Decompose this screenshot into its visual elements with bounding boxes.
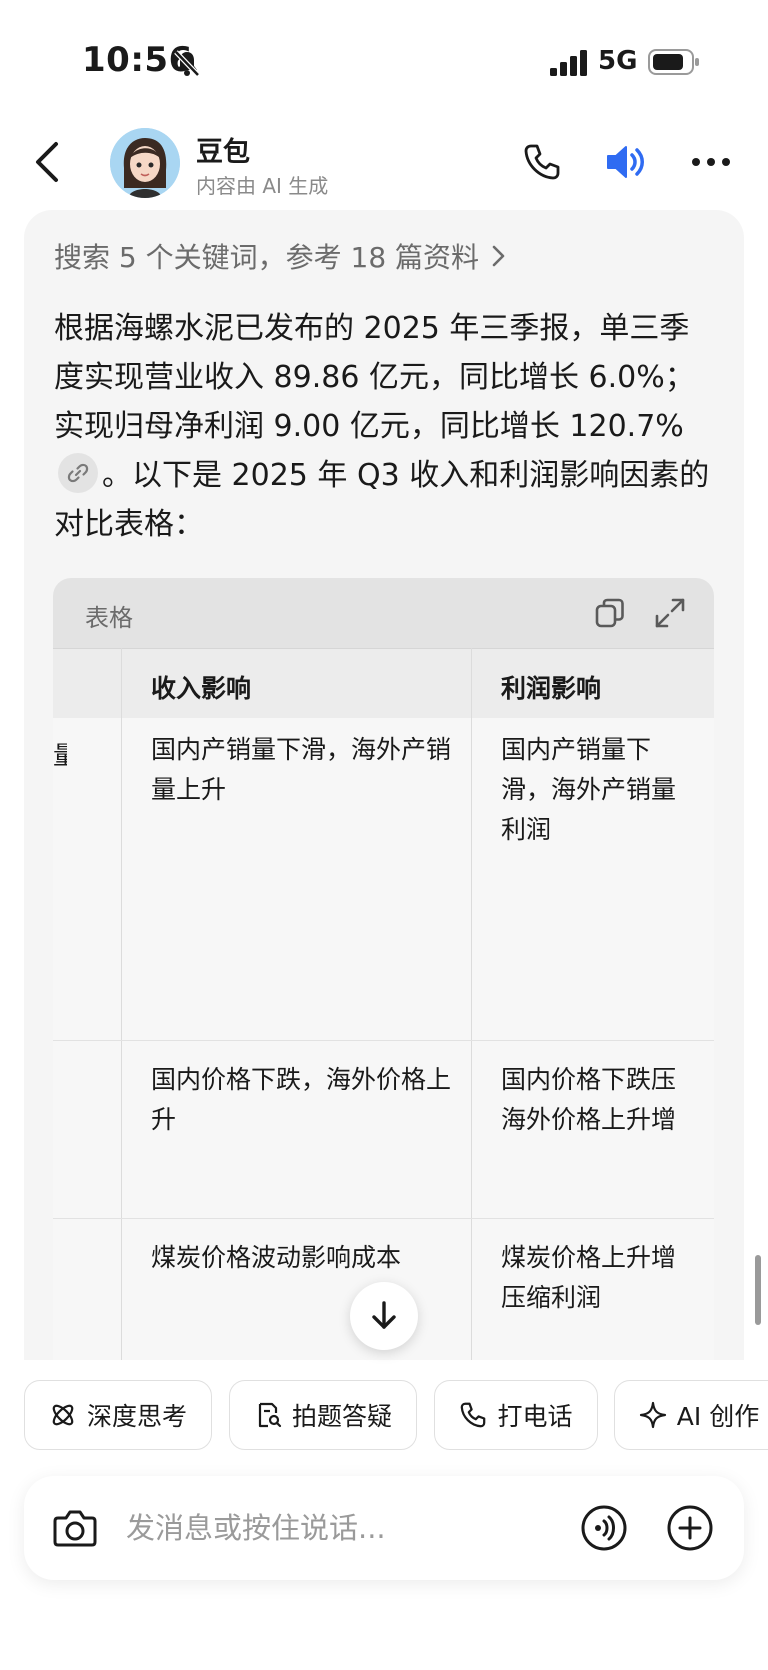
link-icon <box>67 463 89 483</box>
table-cell-profit: 国内产销量下滑，海外产销量利润 <box>501 735 676 844</box>
chip-label: 打电话 <box>497 1402 573 1431</box>
answer-part-1: 根据海螺水泥已发布的 2025 年三季报，单三季度实现营业收入 89.86 亿元… <box>54 311 695 444</box>
plus-icon[interactable] <box>666 1504 714 1552</box>
atom-icon <box>52 1404 74 1426</box>
scroll-to-bottom-button[interactable] <box>350 1282 418 1350</box>
more-icon[interactable] <box>690 156 732 168</box>
avatar[interactable] <box>110 128 180 198</box>
arrow-down-icon <box>372 1301 396 1329</box>
header-profit-impact: 利润影响 <box>501 674 602 703</box>
quick-actions: 深度思考 拍题答疑 打电话 AI 创作 <box>0 1380 768 1452</box>
chip-label: 拍题答疑 <box>291 1402 392 1431</box>
bell-muted-icon <box>174 50 200 77</box>
chip-deep-thinking[interactable]: 深度思考 <box>24 1380 212 1450</box>
network-type: 5G <box>598 46 638 76</box>
chevron-right-icon <box>492 245 505 267</box>
copy-icon[interactable] <box>593 596 627 630</box>
message-input[interactable] <box>126 1506 566 1550</box>
row-divider <box>53 1040 714 1041</box>
answer-text: 根据海螺水泥已发布的 2025 年三季报，单三季度实现营业收入 89.86 亿元… <box>54 304 714 549</box>
chip-photo-question[interactable]: 拍题答疑 <box>229 1380 417 1450</box>
scan-doc-icon <box>258 1402 282 1428</box>
search-summary[interactable]: 搜索 5 个关键词，参考 18 篇资料 <box>54 236 507 276</box>
row-divider <box>53 1218 714 1219</box>
chip-label: 深度思考 <box>86 1402 187 1431</box>
table-cell-revenue: 煤炭价格波动影响成本 <box>151 1243 402 1272</box>
speaker-icon[interactable] <box>604 140 648 184</box>
table-cell-revenue: 国内产销量下滑，海外产销量上升 <box>151 735 451 804</box>
phone-icon <box>461 1402 486 1428</box>
column-divider <box>121 648 122 1360</box>
voice-icon[interactable] <box>580 1504 628 1552</box>
table-grid: 收入影响 利润影响 量 国内产销量下滑，海外产销量上升 国内产销量下滑，海外产销… <box>53 648 714 1360</box>
bot-name: 豆包 <box>196 137 250 168</box>
table-cell-factor: 量 <box>53 741 67 770</box>
answer-card: 搜索 5 个关键词，参考 18 篇资料 根据海螺水泥已发布的 2025 年三季报… <box>24 210 744 1360</box>
scrollbar[interactable] <box>755 1255 761 1325</box>
chip-phone-call[interactable]: 打电话 <box>434 1380 598 1450</box>
battery-icon <box>648 49 699 75</box>
expand-icon[interactable] <box>653 596 687 630</box>
table-title: 表格 <box>85 604 133 632</box>
header-revenue-impact: 收入影响 <box>151 674 252 703</box>
table-cell-profit: 国内价格下跌压海外价格上升增 <box>501 1065 676 1134</box>
reference-link[interactable] <box>58 453 98 493</box>
chat-header: 豆包 内容由 AI 生成 <box>0 118 768 208</box>
message-composer <box>24 1476 744 1580</box>
ai-disclaimer: 内容由 AI 生成 <box>196 174 329 198</box>
column-divider <box>471 648 472 1360</box>
signal-icon <box>550 50 587 76</box>
search-summary-text: 搜索 5 个关键词，参考 18 篇资料 <box>54 241 480 274</box>
phone-icon[interactable] <box>522 142 562 182</box>
comparison-table: 表格 收入影响 利润影响 量 国内产销量下滑，海外产销量上升 国内产销量下滑，海… <box>53 578 714 1360</box>
camera-icon[interactable] <box>52 1506 98 1550</box>
table-cell-profit: 煤炭价格上升增压缩利润 <box>501 1243 676 1312</box>
avatar-girl-icon <box>110 128 180 198</box>
answer-part-2: 。以下是 2025 年 Q3 收入和利润影响因素的对比表格： <box>54 458 710 542</box>
back-arrow-icon[interactable] <box>30 138 66 186</box>
chip-label: AI 创作 <box>676 1402 760 1431</box>
status-bar: 10:56 5G <box>0 0 768 120</box>
sparkle-icon <box>639 1401 666 1429</box>
table-toolbar: 表格 <box>53 578 714 648</box>
chip-ai-create[interactable]: AI 创作 <box>614 1380 768 1450</box>
table-cell-revenue: 国内价格下跌，海外价格上升 <box>151 1065 451 1134</box>
table-header-row: 收入影响 利润影响 <box>53 648 714 718</box>
